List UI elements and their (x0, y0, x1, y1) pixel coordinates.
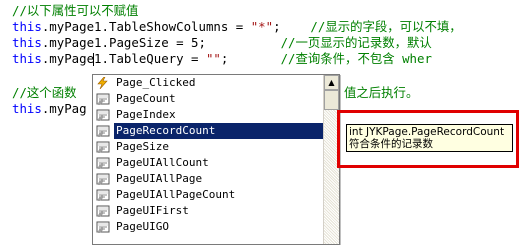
code-comment: //查询条件，不包含 wher (280, 51, 432, 66)
code-comment-line: //以下属性可以不赋值 (12, 3, 139, 18)
text-caret (93, 53, 94, 66)
code-member: .myPage1.PageSize = 5; (41, 35, 281, 50)
code-line-page-size: this.myPage1.PageSize = 5; //一页显示的记录数，默认 (12, 35, 432, 50)
code-terminator: ; (220, 51, 281, 66)
property-icon (96, 221, 110, 234)
property-icon (96, 189, 110, 202)
this-keyword: this (12, 35, 42, 50)
completion-item-label: PageUIFirst (116, 204, 189, 217)
completion-item-label: PageSize (116, 140, 169, 153)
completion-item-label: PageIndex (116, 108, 176, 121)
scroll-thumb[interactable] (324, 90, 339, 110)
property-icon (96, 93, 110, 106)
completion-item[interactable]: PageUIAllPage (93, 171, 325, 187)
completion-item[interactable]: PageUIAllCount (93, 155, 325, 171)
code-comment-line-partial: //这个函数 (12, 85, 77, 100)
completion-item[interactable]: PageUIAllPageCount (93, 187, 325, 203)
code-member: .myPage1.TableShowColumns = (41, 19, 251, 34)
scroll-up-button[interactable]: ▲ (324, 75, 339, 90)
code-comment: //显示的字段，可以不填， (310, 19, 462, 34)
property-icon (96, 141, 110, 154)
code-line-current: this.myPag (12, 101, 87, 116)
event-icon (96, 76, 110, 90)
completion-item[interactable]: PageUIGO (93, 219, 325, 235)
code-member: .myPag (41, 101, 87, 116)
completion-item[interactable]: PageSize (93, 139, 325, 155)
code-line-table-query: this.myPage1.TableQuery = ""; //查询条件，不包含… (12, 51, 432, 66)
completion-item-label: PageRecordCount (116, 124, 216, 137)
completion-items: Page_Clicked PageCount PageIndex PageRecord… (93, 75, 325, 235)
property-icon (96, 173, 110, 186)
this-keyword: this (12, 101, 42, 116)
property-icon (96, 205, 110, 218)
completion-item[interactable]: PageRecordCount (96, 123, 325, 139)
completion-item-label: PageUIGO (116, 220, 169, 233)
completion-item-label: PageUIAllPageCount (116, 188, 236, 201)
completion-item-label: PageUIAllCount (116, 156, 209, 169)
tooltip-signature: int JYKPage.PageRecordCount (349, 126, 505, 138)
tooltip-description: 符合条件的记录数 (349, 138, 433, 150)
completion-item[interactable]: PageIndex (93, 107, 325, 123)
completion-item-label: Page_Clicked (116, 76, 196, 89)
code-member: .myPage1.TableQuery = (41, 51, 206, 66)
property-icon (96, 125, 110, 138)
property-icon (96, 157, 110, 170)
completion-item[interactable]: PageUIFirst (93, 203, 325, 219)
code-comment: //一页显示的记录数，默认 (280, 35, 432, 50)
completion-item[interactable]: PageCount (93, 91, 325, 107)
this-keyword: this (12, 51, 42, 66)
code-terminator: ; (273, 19, 311, 34)
completion-item-label: PageUIAllPage (116, 172, 203, 185)
code-comment-line-tail: 值之后执行。 (344, 85, 419, 100)
completion-item-label: PageCount (116, 92, 176, 105)
intellisense-completion-list[interactable]: Page_Clicked PageCount PageIndex PageRecord… (92, 74, 340, 245)
completion-item[interactable]: Page_Clicked (93, 75, 325, 91)
property-icon (96, 109, 110, 122)
this-keyword: this (12, 19, 42, 34)
code-line-table-show-columns: this.myPage1.TableShowColumns = "*"; //显… (12, 19, 462, 34)
quickinfo-tooltip: int JYKPage.PageRecordCount 符合条件的记录数 (346, 124, 513, 152)
code-string: "" (205, 51, 221, 66)
code-string: "*" (250, 19, 274, 34)
